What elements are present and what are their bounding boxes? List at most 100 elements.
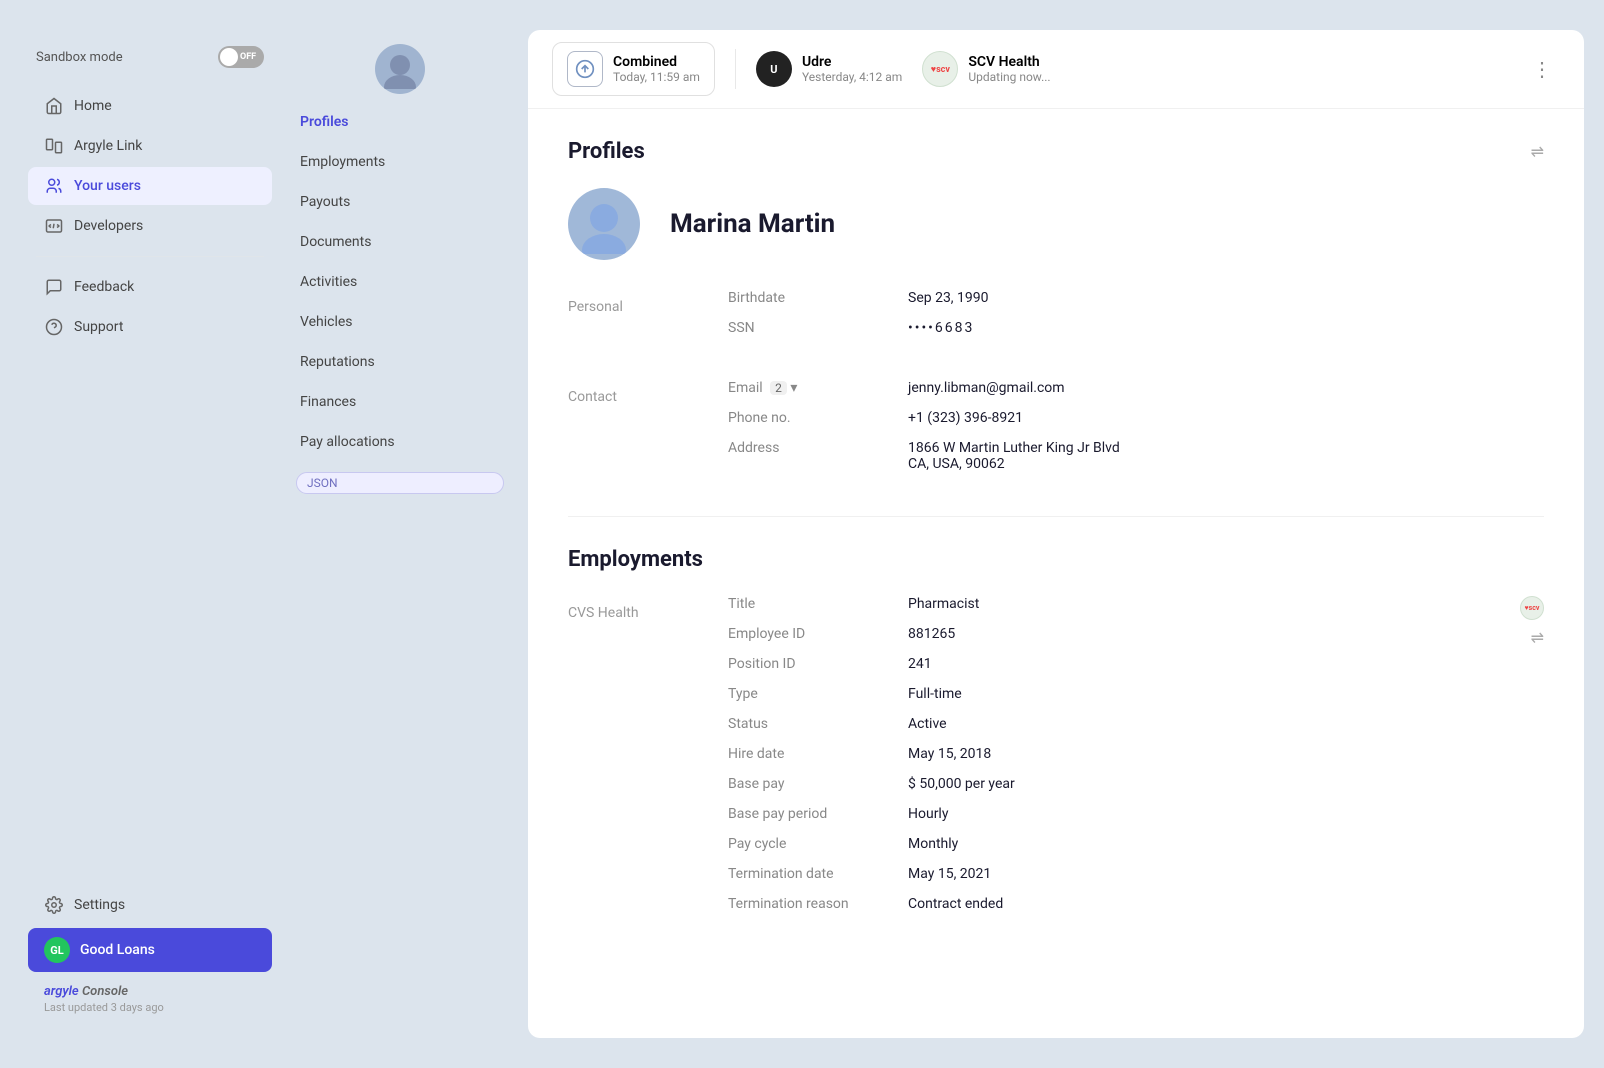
toggle-state: OFF	[240, 52, 256, 62]
profiles-title: Profiles	[568, 139, 645, 164]
employment-fields: Title Pharmacist Employee ID 881265 Posi…	[728, 596, 1544, 926]
middle-avatar	[375, 44, 425, 94]
settings-icon	[44, 895, 64, 915]
scv-logo: ♥scv	[922, 51, 958, 87]
sandbox-toggle[interactable]: OFF	[218, 46, 264, 68]
sidebar-item-support[interactable]: Support	[28, 308, 272, 346]
base-pay-key: Base pay	[728, 776, 888, 792]
feedback-icon	[44, 277, 64, 297]
middle-nav-documents[interactable]: Documents	[284, 223, 516, 261]
middle-nav-reputations[interactable]: Reputations	[284, 343, 516, 381]
middle-nav-payouts[interactable]: Payouts	[284, 183, 516, 221]
middle-nav-employments[interactable]: Employments	[284, 143, 516, 181]
sidebar-bottom: Settings GL Good Loans argyle Console La…	[20, 876, 280, 1028]
address-line1: 1866 W Martin Luther King Jr Blvd	[908, 440, 1120, 456]
email-key: Email 2 ▾	[728, 380, 888, 396]
middle-nav-finances[interactable]: Finances	[284, 383, 516, 421]
address-key: Address	[728, 440, 888, 456]
base-pay-period-key: Base pay period	[728, 806, 888, 822]
employment-icons: ♥scv ⇌	[1520, 596, 1544, 647]
employee-id-row: Employee ID 881265	[728, 626, 1544, 642]
position-id-row: Position ID 241	[728, 656, 1544, 672]
sidebar-item-label-argyle-link: Argyle Link	[74, 138, 142, 154]
middle-nav-label-documents: Documents	[300, 234, 371, 250]
ssn-val: ••••6683	[908, 320, 974, 336]
termination-date-row: Termination date May 15, 2021	[728, 866, 1544, 882]
middle-nav-activities[interactable]: Activities	[284, 263, 516, 301]
support-icon	[44, 317, 64, 337]
title-key: Title	[728, 596, 888, 612]
nav-divider	[36, 256, 264, 257]
profile-avatar	[568, 188, 640, 260]
termination-reason-val: Contract ended	[908, 896, 1003, 912]
sidebar-item-argyle-link[interactable]: Argyle Link	[28, 127, 272, 165]
user-badge[interactable]: GL Good Loans	[28, 928, 272, 972]
base-pay-val: $ 50,000 per year	[908, 776, 1015, 792]
sidebar-item-developers[interactable]: Developers	[28, 207, 272, 245]
position-id-val: 241	[908, 656, 932, 672]
middle-nav-label-profiles: Profiles	[300, 114, 348, 130]
combined-info: Combined Today, 11:59 am	[613, 54, 700, 84]
combined-label: Combined	[613, 54, 700, 70]
console-label: Console	[82, 984, 128, 999]
middle-nav-vehicles[interactable]: Vehicles	[284, 303, 516, 341]
sidebar-item-label-home: Home	[74, 98, 112, 114]
employee-id-val: 881265	[908, 626, 955, 642]
contact-label: Contact	[568, 389, 617, 405]
pay-cycle-val: Monthly	[908, 836, 958, 852]
phone-row: Phone no. +1 (323) 396-8921	[728, 410, 1544, 426]
birthdate-row: Birthdate Sep 23, 1990	[728, 290, 1544, 306]
employee-id-key: Employee ID	[728, 626, 888, 642]
sidebar-item-settings[interactable]: Settings	[28, 886, 272, 924]
link-icon	[44, 136, 64, 156]
combined-source[interactable]: Combined Today, 11:59 am	[552, 42, 715, 96]
middle-panel: Profiles Employments Payouts Documents A…	[280, 30, 520, 1038]
top-bar: Combined Today, 11:59 am U Udre Yesterda…	[528, 30, 1584, 109]
json-badge[interactable]: JSON	[296, 472, 504, 494]
sidebar-item-label-feedback: Feedback	[74, 279, 134, 295]
scv-status: Updating now...	[968, 70, 1050, 84]
sandbox-label: Sandbox mode	[36, 50, 123, 65]
home-icon	[44, 96, 64, 116]
profile-card: Marina Martin	[568, 188, 1544, 260]
employment-edit-icon[interactable]: ⇌	[1531, 628, 1544, 647]
scv-name: SCV Health	[968, 54, 1050, 70]
status-key: Status	[728, 716, 888, 732]
email-row: Email 2 ▾ jenny.libman@gmail.com	[728, 380, 1544, 396]
combined-time: Today, 11:59 am	[613, 70, 700, 84]
phone-val: +1 (323) 396-8921	[908, 410, 1023, 426]
middle-nav-label-activities: Activities	[300, 274, 357, 290]
employer-label: CVS Health	[568, 605, 639, 621]
contact-section: Contact Email 2 ▾ jenny.libman@gmail.com…	[568, 380, 1544, 486]
address-line2: CA, USA, 90062	[908, 456, 1005, 472]
sidebar-item-feedback[interactable]: Feedback	[28, 268, 272, 306]
personal-label: Personal	[568, 299, 623, 315]
udre-avatar: U	[756, 51, 792, 87]
source-udre[interactable]: U Udre Yesterday, 4:12 am	[756, 51, 902, 87]
profiles-section-header: Profiles ⇌	[568, 139, 1544, 164]
middle-nav-pay-allocations[interactable]: Pay allocations	[284, 423, 516, 461]
profiles-edit-icon[interactable]: ⇌	[1531, 142, 1544, 161]
sidebar-item-label-users: Your users	[74, 178, 141, 194]
type-val: Full-time	[908, 686, 962, 702]
profile-full-name: Marina Martin	[670, 209, 835, 239]
udre-name: Udre	[802, 54, 902, 70]
phone-key: Phone no.	[728, 410, 888, 426]
employment-section: CVS Health Title Pharmacist Employee ID …	[568, 596, 1544, 926]
more-options-button[interactable]: ⋮	[1524, 53, 1560, 85]
hire-date-key: Hire date	[728, 746, 888, 762]
type-key: Type	[728, 686, 888, 702]
pay-cycle-key: Pay cycle	[728, 836, 888, 852]
middle-nav-label-finances: Finances	[300, 394, 356, 410]
middle-nav-profiles[interactable]: Profiles	[284, 103, 516, 141]
sidebar-item-your-users[interactable]: Your users	[28, 167, 272, 205]
address-row: Address 1866 W Martin Luther King Jr Blv…	[728, 440, 1544, 472]
source-scv[interactable]: ♥scv SCV Health Updating now...	[922, 51, 1050, 87]
hire-date-val: May 15, 2018	[908, 746, 991, 762]
dropdown-chevron-icon[interactable]: ▾	[790, 380, 797, 396]
employment-scv-badge: ♥scv	[1520, 596, 1544, 620]
sidebar-item-label-support: Support	[74, 319, 123, 335]
title-val: Pharmacist	[908, 596, 979, 612]
sidebar-item-home[interactable]: Home	[28, 87, 272, 125]
termination-date-key: Termination date	[728, 866, 888, 882]
